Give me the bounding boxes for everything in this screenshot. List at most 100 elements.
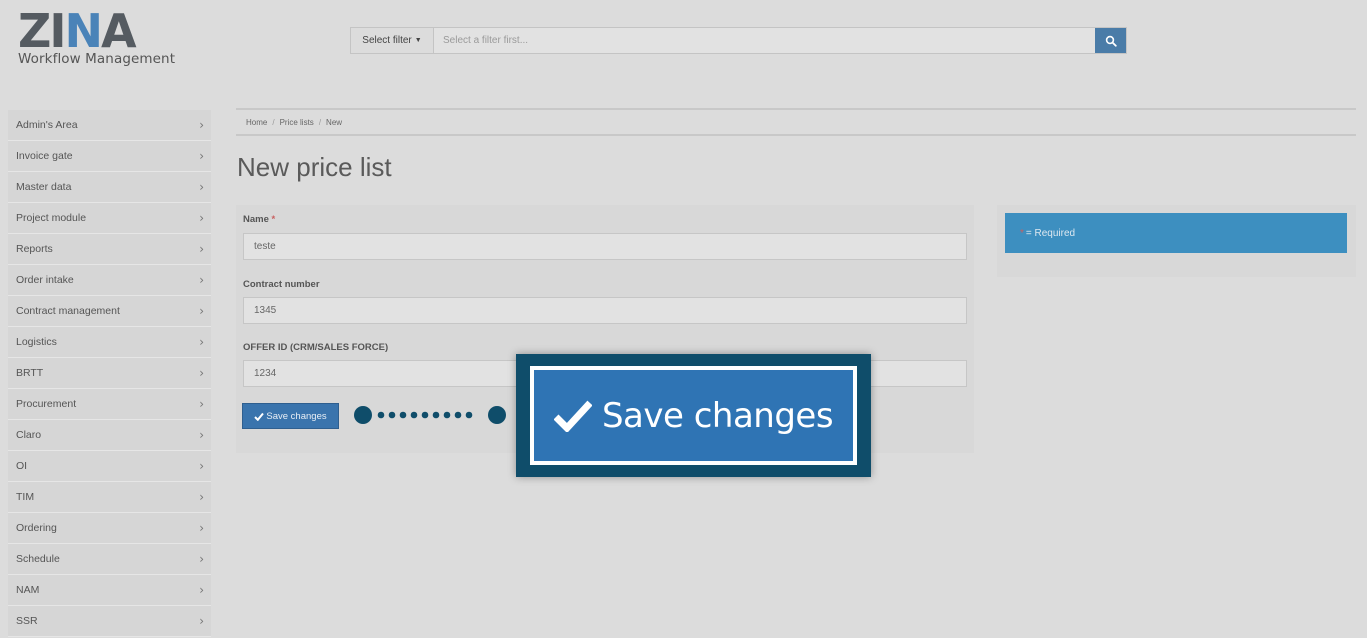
connector-dot bbox=[421, 411, 429, 419]
required-marker: * bbox=[271, 214, 276, 225]
chevron-right-icon: › bbox=[199, 428, 204, 442]
name-label-text: Name bbox=[243, 214, 269, 225]
filter-button-label: Select filter bbox=[362, 35, 412, 46]
checkmark-icon bbox=[553, 400, 592, 432]
connector-dot bbox=[432, 411, 440, 419]
chevron-right-icon: › bbox=[199, 335, 204, 349]
chevron-right-icon: › bbox=[199, 211, 204, 225]
sidebar-item-ordering[interactable]: Ordering › bbox=[8, 513, 211, 544]
required-legend: * = Required bbox=[1005, 213, 1347, 253]
chevron-right-icon: › bbox=[199, 490, 204, 504]
connector-dot bbox=[465, 411, 473, 419]
sidebar-item-label: TIM bbox=[16, 491, 35, 503]
sidebar-item-label: SSR bbox=[16, 615, 38, 627]
sidebar-item-label: OI bbox=[16, 460, 28, 472]
search-button[interactable] bbox=[1095, 28, 1126, 53]
select-filter-button[interactable]: Select filter ▼ bbox=[351, 28, 434, 53]
connector-dot bbox=[377, 411, 385, 419]
sidebar-item-schedule[interactable]: Schedule › bbox=[8, 544, 211, 575]
contract-number-label: Contract number bbox=[243, 279, 320, 290]
chevron-right-icon: › bbox=[199, 459, 204, 473]
sidebar-item-label: Procurement bbox=[16, 398, 77, 410]
sidebar-item-label: Order intake bbox=[16, 274, 74, 286]
name-label: Name * bbox=[243, 214, 275, 225]
caret-down-icon: ▼ bbox=[414, 37, 422, 44]
sidebar-item-ssr[interactable]: SSR › bbox=[8, 606, 211, 637]
chevron-right-icon: › bbox=[199, 397, 204, 411]
callout-save-changes-button[interactable]: Save changes bbox=[530, 366, 857, 465]
sidebar-item-label: Logistics bbox=[16, 336, 57, 348]
breadcrumb-price-lists[interactable]: Price lists bbox=[280, 118, 314, 127]
sidebar-item-project-module[interactable]: Project module › bbox=[8, 203, 211, 234]
breadcrumb-home[interactable]: Home bbox=[246, 118, 267, 127]
chevron-right-icon: › bbox=[199, 614, 204, 628]
page-title: New price list bbox=[237, 152, 392, 182]
breadcrumb-separator: / bbox=[318, 117, 322, 127]
name-field[interactable]: teste bbox=[243, 233, 967, 260]
required-marker: * bbox=[1020, 227, 1024, 239]
sidebar-item-label: BRTT bbox=[16, 367, 44, 379]
save-changes-button[interactable]: Save changes bbox=[242, 403, 339, 429]
connector-dot bbox=[388, 411, 396, 419]
sidebar-item-oi[interactable]: OI › bbox=[8, 451, 211, 482]
sidebar-item-tim[interactable]: TIM › bbox=[8, 482, 211, 513]
breadcrumb-separator: / bbox=[272, 117, 275, 127]
sidebar-item-contract-management[interactable]: Contract management › bbox=[8, 296, 211, 327]
sidebar-item-admins-area[interactable]: Admin's Area › bbox=[8, 110, 211, 141]
connector-dot bbox=[443, 411, 451, 419]
sidebar-item-label: Reports bbox=[16, 243, 53, 255]
search-input[interactable] bbox=[434, 28, 1095, 53]
connector-dot bbox=[410, 411, 418, 419]
sidebar-item-logistics[interactable]: Logistics › bbox=[8, 327, 211, 358]
zina-logo[interactable]: ZINA Workflow Management bbox=[18, 4, 188, 67]
offer-id-label: OFFER ID (CRM/SALES FORCE) bbox=[243, 342, 389, 353]
contract-number-field[interactable]: 1345 bbox=[243, 297, 967, 324]
sidebar-item-master-data[interactable]: Master data › bbox=[8, 172, 211, 203]
sidebar-item-nam[interactable]: NAM › bbox=[8, 575, 211, 606]
logo-subtitle: Workflow Management bbox=[18, 51, 176, 67]
chevron-right-icon: › bbox=[199, 521, 204, 535]
logo-wordmark: ZINA bbox=[18, 4, 137, 58]
sidebar-item-label: Project module bbox=[16, 212, 87, 224]
chevron-right-icon: › bbox=[199, 242, 204, 256]
sidebar-item-label: Schedule bbox=[16, 553, 60, 565]
sidebar-item-label: Master data bbox=[16, 181, 72, 193]
connector-end-dot bbox=[354, 406, 372, 424]
chevron-right-icon: › bbox=[199, 149, 204, 163]
callout-connector bbox=[354, 406, 506, 424]
sidebar-item-label: Contract management bbox=[16, 305, 120, 317]
save-changes-callout: Save changes bbox=[516, 354, 871, 477]
sidebar-item-label: Admin's Area bbox=[16, 119, 78, 131]
sidebar-item-claro[interactable]: Claro › bbox=[8, 420, 211, 451]
chevron-right-icon: › bbox=[199, 304, 204, 318]
connector-end-dot bbox=[488, 406, 506, 424]
breadcrumb-new: New bbox=[326, 117, 343, 127]
required-legend-text: = Required bbox=[1025, 227, 1076, 239]
chevron-right-icon: › bbox=[199, 583, 204, 597]
sidebar-item-brtt[interactable]: BRTT › bbox=[8, 358, 211, 389]
connector-dot bbox=[399, 411, 407, 419]
required-legend-panel: * = Required bbox=[997, 205, 1356, 277]
contract-number-value: 1345 bbox=[254, 305, 277, 316]
chevron-right-icon: › bbox=[199, 273, 204, 287]
sidebar-item-order-intake[interactable]: Order intake › bbox=[8, 265, 211, 296]
chevron-right-icon: › bbox=[199, 552, 204, 566]
sidebar-item-label: NAM bbox=[16, 584, 40, 596]
sidebar-item-label: Claro bbox=[16, 429, 42, 441]
sidebar-item-reports[interactable]: Reports › bbox=[8, 234, 211, 265]
offer-id-value: 1234 bbox=[254, 368, 277, 379]
save-changes-label: Save changes bbox=[266, 410, 327, 422]
chevron-right-icon: › bbox=[199, 366, 204, 380]
sidebar-menu: Admin's Area › Invoice gate › Master data ›… bbox=[8, 110, 211, 637]
chevron-right-icon: › bbox=[199, 180, 204, 194]
checkmark-icon bbox=[254, 412, 265, 421]
sidebar-item-invoice-gate[interactable]: Invoice gate › bbox=[8, 141, 211, 172]
search-icon bbox=[1105, 35, 1117, 47]
name-field-value: teste bbox=[254, 241, 276, 252]
connector-dot bbox=[454, 411, 462, 419]
sidebar-item-label: Ordering bbox=[16, 522, 57, 534]
breadcrumb: Home / Price lists / New bbox=[236, 108, 1356, 136]
search-bar: Select filter ▼ bbox=[350, 27, 1127, 54]
sidebar-item-procurement[interactable]: Procurement › bbox=[8, 389, 211, 420]
chevron-right-icon: › bbox=[199, 118, 204, 132]
